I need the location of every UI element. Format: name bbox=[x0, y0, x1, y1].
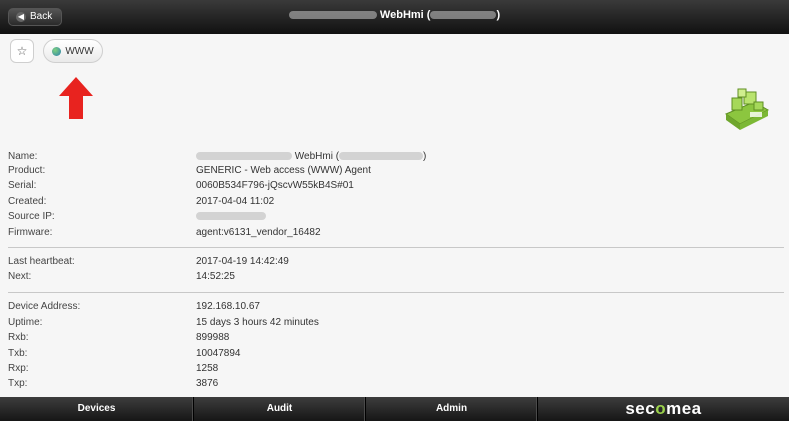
detail-value: 2017-04-04 11:02 bbox=[196, 196, 275, 207]
detail-value: 14:52:25 bbox=[196, 271, 235, 282]
detail-value-text: WebHmi ( bbox=[294, 151, 340, 162]
www-button-label: WWW bbox=[65, 45, 94, 57]
detail-label: Device Address: bbox=[8, 301, 81, 312]
detail-value: 15 days 3 hours 42 minutes bbox=[196, 317, 319, 328]
detail-label: Serial: bbox=[8, 180, 37, 191]
brand-text-post: mea bbox=[666, 399, 702, 418]
detail-label: Created: bbox=[8, 196, 47, 207]
redacted-text bbox=[196, 152, 292, 161]
detail-label: Product: bbox=[8, 165, 46, 176]
detail-value: 899988 bbox=[196, 332, 230, 343]
favorite-button[interactable]: ☆ bbox=[10, 39, 34, 63]
page-title: WebHmi () bbox=[0, 9, 789, 21]
detail-value bbox=[196, 210, 266, 224]
detail-label: Rxp: bbox=[8, 363, 29, 374]
detail-label: Txp: bbox=[8, 378, 28, 389]
section-divider bbox=[8, 292, 784, 293]
star-icon: ☆ bbox=[16, 44, 28, 58]
detail-value: WebHmi () bbox=[196, 150, 426, 164]
brand-logo: secomea bbox=[538, 397, 789, 421]
nav-admin[interactable]: Admin bbox=[366, 397, 538, 421]
www-button[interactable]: WWW bbox=[43, 39, 103, 63]
detail-label: Name: bbox=[8, 151, 38, 162]
detail-label: Rxb: bbox=[8, 332, 29, 343]
bottom-nav: Devices Audit Admin secomea bbox=[0, 397, 789, 421]
detail-label: Next: bbox=[8, 271, 32, 282]
detail-value: agent:v6131_vendor_16482 bbox=[196, 227, 321, 238]
redacted-text bbox=[288, 11, 377, 20]
redacted-text bbox=[339, 152, 424, 161]
detail-label: Last heartbeat: bbox=[8, 256, 75, 267]
detail-label: Source IP: bbox=[8, 211, 55, 222]
detail-value: 3876 bbox=[196, 378, 219, 389]
detail-value: 1258 bbox=[196, 363, 219, 374]
top-bar: ◀ Back WebHmi () bbox=[0, 0, 789, 34]
red-arrow-icon bbox=[59, 77, 93, 119]
redacted-text bbox=[430, 11, 497, 20]
brand-text-o: o bbox=[655, 399, 667, 418]
agent-logo-icon bbox=[724, 88, 770, 130]
brand-text-pre: sec bbox=[625, 399, 656, 418]
detail-label: Uptime: bbox=[8, 317, 43, 328]
detail-value: 192.168.10.67 bbox=[196, 301, 260, 312]
nav-audit[interactable]: Audit bbox=[194, 397, 366, 421]
detail-label: Txb: bbox=[8, 348, 28, 359]
detail-value: GENERIC - Web access (WWW) Agent bbox=[196, 165, 371, 176]
page-title-main: WebHmi ( bbox=[379, 9, 431, 21]
globe-icon bbox=[52, 46, 62, 56]
detail-value: 0060B534F796-jQscvW55kB4S#01 bbox=[196, 180, 354, 191]
nav-devices[interactable]: Devices bbox=[0, 397, 194, 421]
detail-value-close: ) bbox=[423, 151, 427, 162]
redacted-text bbox=[196, 212, 266, 221]
detail-value: 2017-04-19 14:42:49 bbox=[196, 256, 289, 267]
detail-value: 10047894 bbox=[196, 348, 241, 359]
detail-label: Firmware: bbox=[8, 227, 53, 238]
section-divider bbox=[8, 247, 784, 248]
page-title-close: ) bbox=[496, 9, 501, 21]
